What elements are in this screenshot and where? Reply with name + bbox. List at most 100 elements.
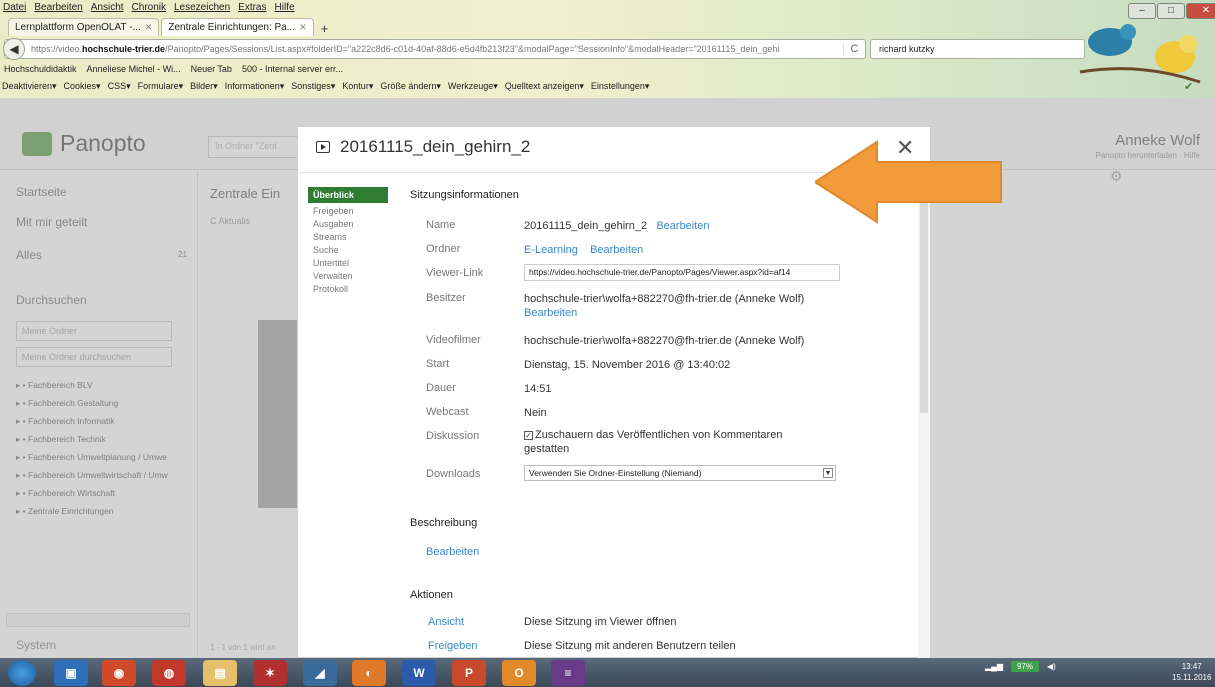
discussion-checkbox[interactable]: ✓ [524,431,533,440]
close-tab-icon[interactable]: ✕ [299,22,307,33]
modal-title: 20161115_dein_gehirn_2 [316,137,530,157]
devtool-item[interactable]: Formulare▾ [138,78,184,94]
action-view-link[interactable]: Ansicht [428,615,508,629]
modal-tab-overview[interactable]: Überblick [308,187,388,203]
menu-extras[interactable]: Extras [238,0,266,16]
modal-tab-log[interactable]: Protokoll [308,283,388,296]
tab-panopto[interactable]: Zentrale Einrichtungen: Pa... ✕ [161,18,314,36]
devtool-item[interactable]: Cookies▾ [64,78,101,94]
reload-icon[interactable]: C [843,43,865,55]
menu-bearbeiten[interactable]: Bearbeiten [34,0,82,16]
devtool-item[interactable]: Werkzeuge▾ [448,78,498,94]
taskbar-app-icon[interactable]: ✶ [253,660,287,686]
annotation-arrow-icon [815,140,1002,224]
action-share-link[interactable]: Freigeben [428,639,508,653]
devtool-item[interactable]: Sonstiges▾ [291,78,335,94]
menu-ansicht[interactable]: Ansicht [91,0,124,16]
taskbar-app-icon[interactable]: ◍ [152,660,186,686]
devtool-item[interactable]: Bilder▾ [190,78,218,94]
folder-link[interactable]: E-Learning [524,244,578,256]
viewer-link-field[interactable]: https://video.hochschule-trier.de/Panopt… [524,264,840,281]
edit-description-link[interactable]: Bearbeiten [426,545,756,559]
value-owner: hochschule-trier\wolfa+882270@fh-trier.d… [524,293,805,319]
powerpoint-icon[interactable]: P [452,660,486,686]
value-videographer: hochschule-trier\wolfa+882270@fh-trier.d… [524,335,805,347]
taskbar-app-icon[interactable]: ≡ [551,660,585,686]
modal-tab-search[interactable]: Suche [308,244,388,257]
value-name: 20161115_dein_gehirn_2 Bearbeiten [524,220,710,232]
bookmark-item[interactable]: Anneliese Michel - Wi... [87,61,181,77]
devtool-item[interactable]: Informationen▾ [225,78,285,94]
minimize-button[interactable]: – [1128,3,1156,19]
devtool-item[interactable]: Deaktivieren▾ [2,78,57,94]
chevron-down-icon: ▼ [823,468,833,478]
devtool-item[interactable]: Kontur▾ [342,78,373,94]
url-text[interactable]: https://video.hochschule-trier.de/Panopt… [25,44,843,54]
tab-label: Zentrale Einrichtungen: Pa... [168,22,296,33]
video-icon [316,141,330,153]
new-tab-button[interactable]: + [316,21,334,36]
devtool-item[interactable]: Einstellungen▾ [591,78,650,94]
section-session-info: Sitzungsinformationen [410,189,519,201]
menu-hilfe[interactable]: Hilfe [275,0,295,16]
outlook-icon[interactable]: O [502,660,536,686]
bookmark-item[interactable]: Neuer Tab [191,61,232,77]
menu-datei[interactable]: Datei [3,0,26,16]
modal-scrollbar[interactable] [918,173,930,658]
value-duration: 14:51 [524,383,552,395]
label-folder: Ordner [426,243,461,255]
edit-folder-link[interactable]: Bearbeiten [590,244,643,256]
start-button[interactable] [8,660,36,686]
volume-icon[interactable]: ◀) [1047,662,1056,671]
menu-chronik[interactable]: Chronik [132,0,166,16]
signal-icon[interactable]: ▂▄▆ [985,662,1003,671]
action-share-desc: Diese Sitzung mit anderen Benutzern teil… [524,640,736,652]
value-folder: E-Learning Bearbeiten [524,243,854,257]
taskbar-clock[interactable]: 13:47 15.11.2016 [1172,661,1211,683]
label-discussion: Diskussion [426,430,480,442]
window-close-button[interactable]: ✕ [1186,3,1215,19]
firefox-icon[interactable]: ◐ [352,660,386,686]
section-description: Beschreibung [410,517,478,529]
edit-owner-link[interactable]: Bearbeiten [524,307,577,319]
devtool-item[interactable]: Größe ändern▾ [380,78,441,94]
word-icon[interactable]: W [402,660,436,686]
taskbar-app-icon[interactable]: ◢ [303,660,337,686]
chrome-icon[interactable]: ◉ [102,660,136,686]
value-start: Dienstag, 15. November 2016 @ 13:40:02 [524,359,731,371]
browser-menubar: Datei Bearbeiten Ansicht Chronik Lesezei… [0,0,900,16]
menu-lesezeichen[interactable]: Lesezeichen [174,0,230,16]
modal-tab-streams[interactable]: Streams [308,231,388,244]
tab-openolat[interactable]: Lernplattform OpenOLAT -... ✕ [8,18,160,36]
windows-taskbar: ▣ ◉ ◍ ▤ ✶ ◢ ◐ W P O ≡ ▂▄▆ 97% ◀) 13:47 15… [0,658,1215,687]
label-webcast: Webcast [426,406,469,418]
address-bar[interactable]: ◀ https://video.hochschule-trier.de/Pano… [3,38,866,60]
label-start: Start [426,358,450,370]
edit-name-link[interactable]: Bearbeiten [656,220,709,232]
battery-indicator[interactable]: 97% [1010,661,1039,672]
modal-tab-share[interactable]: Freigeben [308,205,388,218]
window-controls: – □ ✕ [1128,3,1215,19]
browser-search-input[interactable]: richard kutzky [870,39,1085,59]
modal-nav: Überblick Freigeben Ausgaben Streams Suc… [308,187,388,296]
close-tab-icon[interactable]: ✕ [145,22,153,33]
modal-tab-captions[interactable]: Untertitel [308,257,388,270]
devtool-item[interactable]: CSS▾ [108,78,131,94]
label-viewer-link: Viewer-Link [426,267,484,279]
check-icon: ✔ [1184,81,1194,93]
bookmark-item[interactable]: Hochschuldidaktik [4,61,77,77]
explorer-icon[interactable]: ▤ [203,660,237,686]
maximize-button[interactable]: □ [1157,3,1185,19]
label-owner: Besitzer [426,292,466,304]
modal-tab-manage[interactable]: Verwalten [308,270,388,283]
devtool-item[interactable]: Quelltext anzeigen▾ [505,78,584,94]
modal-tab-outputs[interactable]: Ausgaben [308,218,388,231]
browser-tabs: Lernplattform OpenOLAT -... ✕ Zentrale Ei… [8,16,333,36]
bookmark-item[interactable]: 500 - Internal server err... [242,61,343,77]
label-duration: Dauer [426,382,456,394]
value-webcast: Nein [524,407,547,419]
back-button[interactable]: ◀ [3,38,25,60]
discussion-option: ✓ Zuschauern das Veröffentlichen von Komm… [524,429,783,455]
taskbar-app-icon[interactable]: ▣ [54,660,88,686]
downloads-select[interactable]: Verwenden Sie Ordner-Einstellung (Nieman… [524,465,836,481]
